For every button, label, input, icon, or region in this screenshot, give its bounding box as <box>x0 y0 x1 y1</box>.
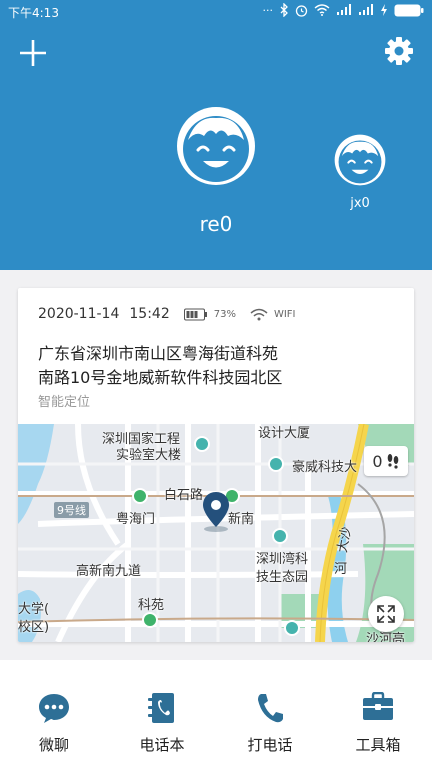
map-label-design: 设计大厦 <box>258 426 311 441</box>
map-label-gaoxin: 高新南九道 <box>76 564 142 579</box>
chat-bubble-icon <box>39 694 69 723</box>
wifi-icon <box>250 308 268 320</box>
add-icon[interactable] <box>18 38 48 68</box>
nav-label-call: 打电话 <box>247 736 293 754</box>
settings-gear-icon[interactable] <box>384 36 414 66</box>
header: re0 jx0 <box>0 24 432 270</box>
nav-item-toolbox[interactable]: 工具箱 <box>324 660 432 768</box>
location-card[interactable]: 2020-11-14 15:42 73% WIFI 广东省深圳市南山区粤海街道科… <box>18 288 414 642</box>
bottom-nav: 微聊 电话本 打电话 工具箱 <box>0 660 432 768</box>
toolbox-icon <box>363 692 393 720</box>
nav-item-contacts[interactable]: 电话本 <box>108 660 216 768</box>
bluetooth-icon <box>280 3 288 17</box>
nav-label-toolbox: 工具箱 <box>355 736 401 754</box>
location-address: 广东省深圳市南山区粤海街道科苑 南路10号金地威新软件科技园北区 <box>38 342 408 390</box>
map-poi-shahe <box>284 620 300 636</box>
map-poi-haowei <box>268 456 284 472</box>
nav-label-chat: 微聊 <box>38 736 69 754</box>
battery-status-icon <box>394 4 424 16</box>
nav-label-contacts: 电话本 <box>139 736 185 754</box>
map-label-lab-2: 实验室大楼 <box>116 448 182 463</box>
phonebook-icon <box>148 693 174 723</box>
step-counter[interactable]: 0 <box>364 446 408 476</box>
location-date: 2020-11-14 <box>38 306 120 322</box>
nav-item-chat[interactable]: 微聊 <box>0 660 108 768</box>
location-pin-icon <box>203 492 229 532</box>
alarm-icon <box>295 4 308 17</box>
map-label-bay-2: 技生态园 <box>256 570 309 585</box>
step-count: 0 <box>372 451 383 471</box>
map-label-line9: 9号线 <box>54 502 89 518</box>
location-method: 智能定位 <box>38 395 91 410</box>
map-label-haowei: 豪威科技大 <box>292 460 358 475</box>
map-metro-baishi <box>132 488 148 504</box>
map-poi-bay <box>272 528 288 544</box>
status-time: 下午4:13 <box>8 6 59 20</box>
map-label-bay: 深圳湾科 <box>256 552 309 567</box>
battery-level: 73% <box>213 308 236 320</box>
signal-icon-2 <box>359 4 373 15</box>
footprints-icon <box>387 454 398 469</box>
member-name-secondary: jx0 <box>350 196 370 211</box>
nav-item-call[interactable]: 打电话 <box>216 660 324 768</box>
member-name-main: re0 <box>199 212 233 236</box>
status-bar: 下午4:13 ··· <box>0 0 432 24</box>
map-label-daxue: 大学( <box>18 602 50 617</box>
charging-icon <box>381 4 387 16</box>
location-time: 15:42 <box>129 306 170 322</box>
map-metro-keyuan <box>142 612 158 628</box>
expand-icon <box>377 605 395 623</box>
member-avatar-secondary[interactable] <box>334 134 386 186</box>
map-label-baishi: 白石路 <box>164 488 204 503</box>
expand-map-button[interactable] <box>368 596 404 632</box>
status-dots: ··· <box>262 3 274 17</box>
map-label-keyuan: 科苑 <box>138 598 165 613</box>
map-label-xiaoqu: 校区) <box>18 620 50 635</box>
map-poi-lab <box>194 436 210 452</box>
signal-icon <box>337 4 351 15</box>
map-label-yuehaimen: 粤海门 <box>116 512 156 527</box>
member-avatar-main[interactable] <box>176 106 256 186</box>
battery-icon <box>183 308 207 320</box>
map-label-river: 河 <box>334 562 348 577</box>
phone-icon <box>258 694 283 723</box>
status-icons: ··· <box>263 3 425 17</box>
network-type: WIFI <box>273 308 296 320</box>
address-line-1: 广东省深圳市南山区粤海街道科苑 <box>38 344 279 363</box>
location-meta: 2020-11-14 15:42 73% WIFI <box>38 306 296 322</box>
wifi-status-icon <box>314 4 330 16</box>
address-line-2: 南路10号金地威新软件科技园北区 <box>38 368 283 387</box>
location-map[interactable]: 深圳国家工程 实验室大楼 设计大厦 豪威科技大 白石路 9号线 粤海门 新南 深… <box>18 424 414 642</box>
